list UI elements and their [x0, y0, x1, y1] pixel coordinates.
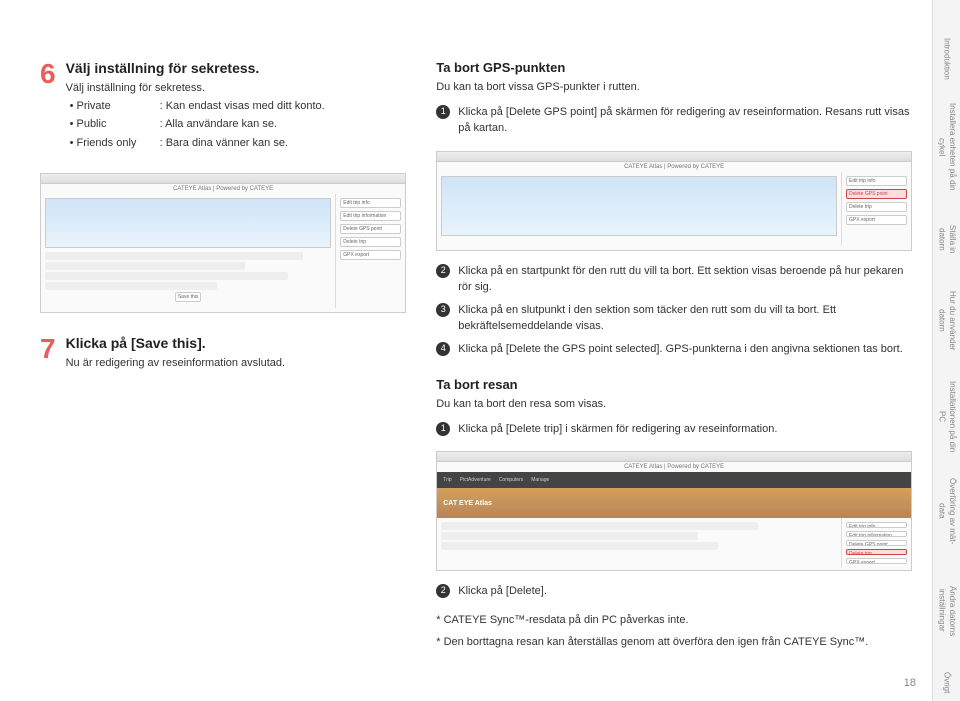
step-number: 6 [40, 60, 56, 88]
trip-substep-1: 1 Klicka på [Delete trip] i skärmen för … [436, 421, 912, 438]
intro-delete-trip: Du kan ta bort den resa som visas. [436, 396, 912, 413]
tab-use-computer[interactable]: Hur du använder datorn [936, 272, 957, 368]
tab-install-pc[interactable]: Installationen på din PC [936, 368, 957, 464]
screenshot-delete-gps: CATEYE Atlas | Powered by CATEYE Edit tr… [436, 151, 912, 251]
option-private: • Private [70, 97, 160, 116]
screenshot-hero: CAT EYE Atlas [437, 488, 911, 518]
substep-1: 1 Klicka på [Delete GPS point] på skärme… [436, 104, 912, 137]
step-title: Välj inställning för sekretess. [66, 60, 407, 76]
tab-other[interactable]: Övrigt [941, 664, 951, 701]
circle-number-icon: 2 [436, 584, 450, 598]
step-number: 7 [40, 335, 56, 363]
option-friends: • Friends only [70, 134, 160, 153]
edit-trip-info-btn: Edit trip info [340, 198, 401, 208]
tab-change-settings[interactable]: Ändra datorns inställningar [936, 558, 957, 664]
step-6: 6 Välj inställning för sekretess. Välj i… [40, 60, 406, 153]
substep-2: 2 Klicka på en startpunkt för den rutt d… [436, 263, 912, 296]
circle-number-icon: 4 [436, 342, 450, 356]
screenshot-nav: Trip PictAdventure Computers Manage [437, 472, 911, 488]
step-title: Klicka på [Save this]. [66, 335, 407, 351]
tab-intro[interactable]: Introduktion [941, 30, 951, 88]
substep-4: 4 Klicka på [Delete the GPS point select… [436, 341, 912, 358]
option-public: • Public [70, 115, 160, 134]
circle-number-icon: 3 [436, 303, 450, 317]
circle-number-icon: 2 [436, 264, 450, 278]
tab-transfer-data[interactable]: Överföring av mät-data [936, 464, 957, 557]
delete-gps-point-btn: Delete GPS point [846, 189, 907, 199]
screenshot-delete-trip: CATEYE Atlas | Powered by CATEYE Trip Pi… [436, 451, 912, 571]
trip-substep-2: 2 Klicka på [Delete]. [436, 583, 912, 600]
footnote-1: * CATEYE Sync™-resdata på din PC påverka… [436, 612, 912, 629]
circle-number-icon: 1 [436, 105, 450, 119]
tab-install-bike[interactable]: Installera enheten på din cykel [936, 88, 957, 206]
heading-delete-gps: Ta bort GPS-punkten [436, 60, 912, 75]
step-text: Nu är redigering av reseinformation avsl… [66, 355, 407, 372]
intro-delete-gps: Du kan ta bort vissa GPS-punkter i rutte… [436, 79, 912, 96]
page-number: 18 [904, 677, 916, 689]
substep-3: 3 Klicka på en slutpunkt i den sektion s… [436, 302, 912, 335]
delete-trip-btn: Delete trip [846, 549, 907, 555]
privacy-options-list: • Private: Kan endast visas med ditt kon… [70, 97, 407, 153]
step-text: Välj inställning för sekretess. [66, 80, 407, 97]
screenshot-edit-trip: CATEYE Atlas | Powered by CATEYE Save th… [40, 173, 406, 313]
side-tabs: Introduktion Installera enheten på din c… [932, 0, 960, 701]
step-7: 7 Klicka på [Save this]. Nu är redigerin… [40, 335, 406, 372]
tab-setup-computer[interactable]: Ställa in datorn [936, 206, 957, 272]
circle-number-icon: 1 [436, 422, 450, 436]
footnote-2: * Den borttagna resan kan återställas ge… [436, 634, 912, 651]
save-this-button: Save this [175, 292, 202, 302]
heading-delete-trip: Ta bort resan [436, 377, 912, 392]
